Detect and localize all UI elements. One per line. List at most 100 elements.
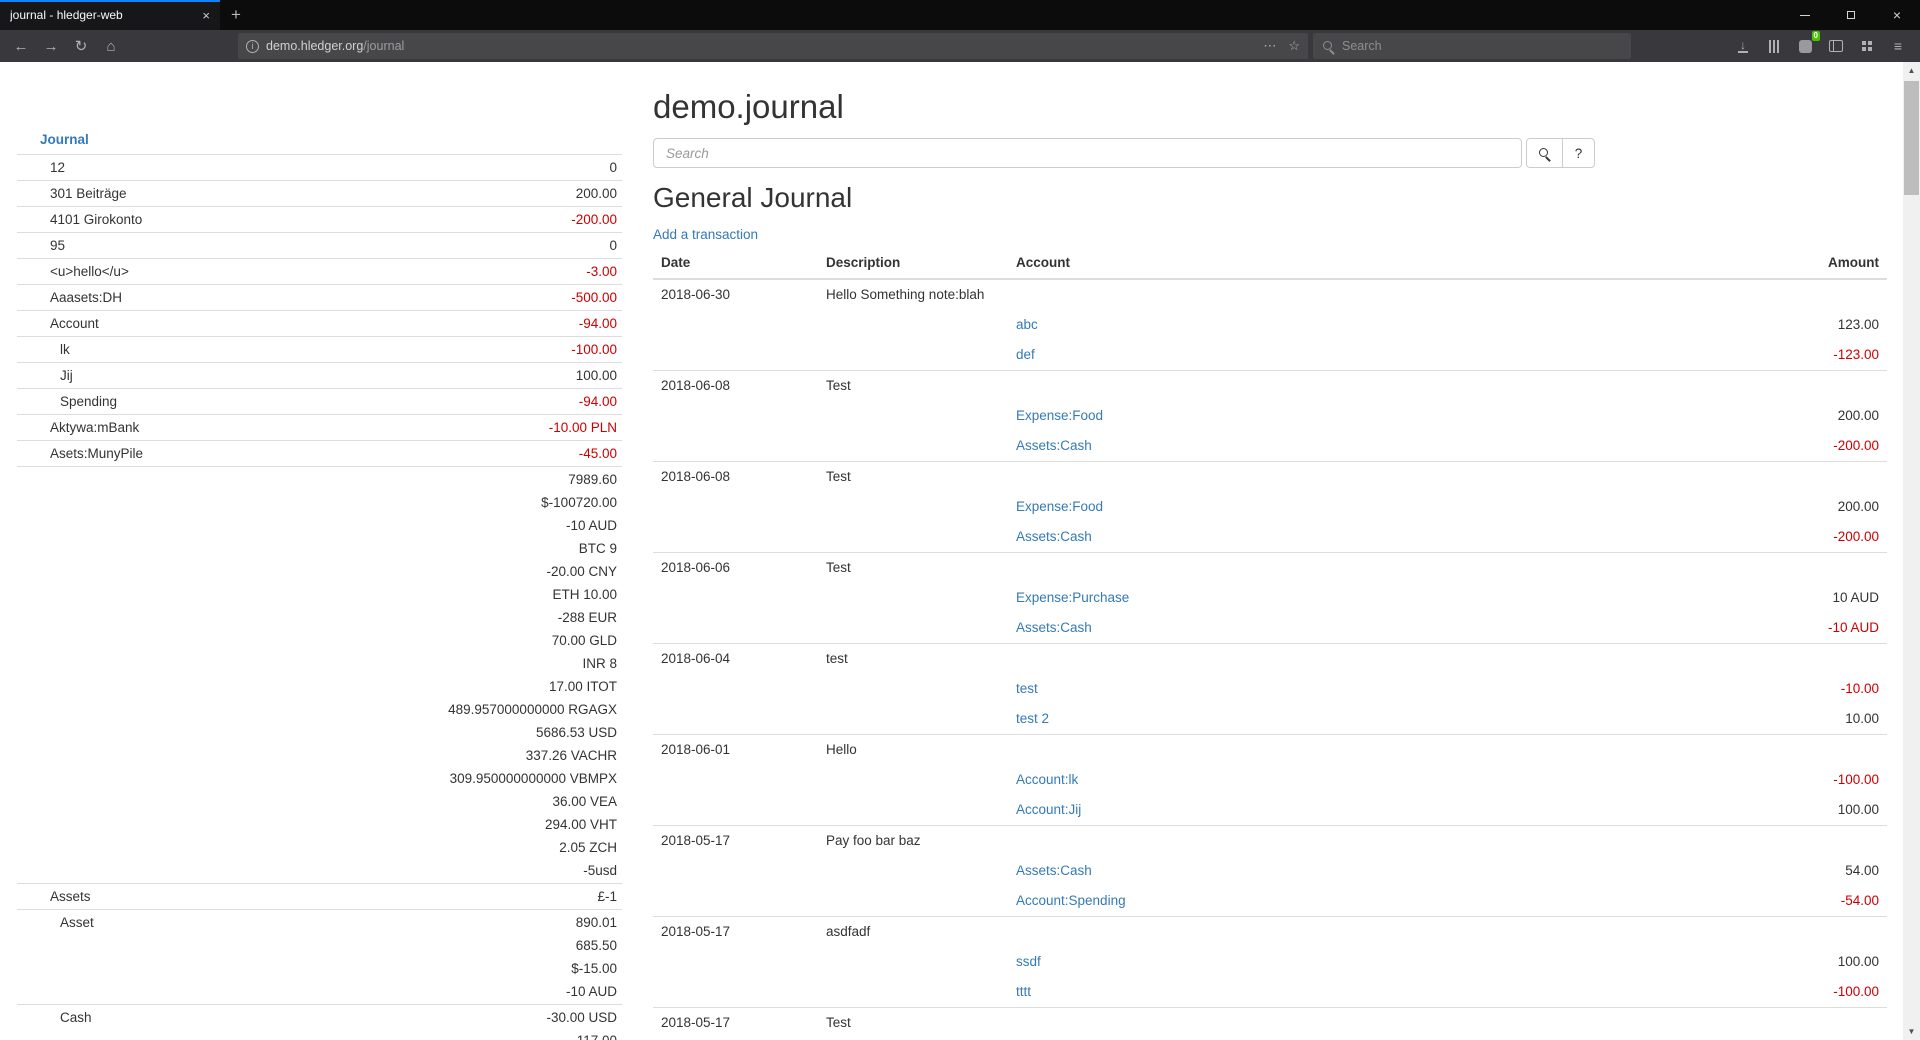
- menu-button[interactable]: ≡: [1890, 37, 1906, 55]
- transaction-description: Test: [818, 462, 1008, 493]
- extension-button[interactable]: 0: [1797, 37, 1813, 55]
- sidebar-journal-link[interactable]: Journal: [40, 132, 89, 147]
- transaction-date: 2018-06-04: [653, 644, 818, 675]
- empty-cell: [818, 704, 1008, 735]
- account-name-cell: [17, 467, 271, 884]
- posting-account-link[interactable]: Expense:Food: [1016, 408, 1103, 423]
- page-scrollbar[interactable]: ▲ ▼: [1903, 62, 1920, 1040]
- sidebar-account-link[interactable]: 12: [50, 156, 65, 179]
- empty-cell: [818, 674, 1008, 704]
- titlebar-spacer: [252, 0, 1782, 30]
- url-bar[interactable]: i demo.hledger.org/journal ⋯ ☆: [238, 33, 1308, 59]
- transaction-date: 2018-06-01: [653, 735, 818, 766]
- account-balance-cell: 100.00: [271, 363, 622, 389]
- posting-account-link[interactable]: Expense:Food: [1016, 499, 1103, 514]
- window-minimize-button[interactable]: [1782, 0, 1828, 30]
- posting-account-link[interactable]: Assets:Cash: [1016, 863, 1092, 878]
- page-actions-icon[interactable]: ⋯: [1263, 38, 1276, 54]
- navigation-toolbar: ← → ↻ ⌂ i demo.hledger.org/journal ⋯ ☆ S…: [0, 30, 1920, 62]
- posting-account-link[interactable]: Assets:Cash: [1016, 529, 1092, 544]
- apps-grid-button[interactable]: [1859, 37, 1875, 55]
- empty-cell: [818, 795, 1008, 826]
- sidebar-account-row: 12 0: [17, 155, 622, 181]
- window-close-button[interactable]: ×: [1874, 0, 1920, 30]
- posting-row: Assets:Cash-200.00: [653, 522, 1887, 553]
- sidebar-account-link[interactable]: Spending: [60, 390, 117, 413]
- reload-button[interactable]: ↻: [66, 32, 96, 60]
- sidebar-toggle-button[interactable]: [1828, 37, 1844, 55]
- search-help-button[interactable]: ?: [1562, 138, 1595, 168]
- sidebar-account-link[interactable]: Account: [50, 312, 99, 335]
- journal-search-form: ?: [653, 138, 1887, 168]
- sidebar-account-link[interactable]: Assets: [50, 885, 91, 908]
- transaction-row: 2018-06-08Test: [653, 371, 1887, 402]
- browser-tab[interactable]: journal - hledger-web ×: [0, 0, 220, 30]
- sidebar-account-link[interactable]: 301 Beiträge: [50, 182, 127, 205]
- search-icon: [1538, 147, 1551, 160]
- posting-amount: -10 AUD: [1568, 613, 1887, 644]
- site-info-icon[interactable]: i: [246, 40, 259, 53]
- add-transaction-link[interactable]: Add a transaction: [653, 227, 758, 242]
- posting-account-link[interactable]: ssdf: [1016, 954, 1041, 969]
- sidebar-account-link[interactable]: <u>hello</u>: [50, 260, 129, 283]
- account-balance: 489.957000000000 RGAGX: [271, 698, 617, 721]
- sidebar-account-link[interactable]: Asets:MunyPile: [50, 442, 143, 465]
- account-balance-cell: -45.00: [271, 441, 622, 467]
- posting-account-link[interactable]: test 2: [1016, 711, 1049, 726]
- account-balance: 200.00: [271, 182, 617, 205]
- back-button[interactable]: ←: [6, 32, 36, 60]
- posting-amount: -200.00: [1568, 431, 1887, 462]
- posting-account-link[interactable]: tttt: [1016, 984, 1031, 999]
- empty-cell: [818, 765, 1008, 795]
- toolbar-search[interactable]: Search: [1313, 33, 1631, 59]
- transaction-date: 2018-05-17: [653, 917, 818, 948]
- scroll-down-arrow[interactable]: ▼: [1903, 1023, 1920, 1040]
- posting-account-link[interactable]: Account:Jij: [1016, 802, 1081, 817]
- empty-cell: [1568, 371, 1887, 402]
- posting-account-link[interactable]: Assets:Cash: [1016, 620, 1092, 635]
- scroll-up-arrow[interactable]: ▲: [1903, 62, 1920, 79]
- account-balance: 7989.60: [271, 468, 617, 491]
- new-tab-button[interactable]: +: [220, 0, 252, 30]
- journal-search-input[interactable]: [653, 138, 1522, 168]
- empty-cell: [653, 977, 818, 1008]
- downloads-button[interactable]: ↓: [1735, 37, 1751, 55]
- journal-table-head: Date Description Account Amount: [653, 250, 1887, 279]
- window-restore-button[interactable]: [1828, 0, 1874, 30]
- posting-account-link[interactable]: Expense:Purchase: [1016, 590, 1129, 605]
- sidebar-account-link[interactable]: Cash: [60, 1006, 92, 1029]
- sidebar-account-link[interactable]: 4101 Girokonto: [50, 208, 142, 231]
- posting-account-link[interactable]: def: [1016, 347, 1035, 362]
- empty-cell: [818, 492, 1008, 522]
- scrollbar-thumb[interactable]: [1904, 81, 1919, 195]
- posting-account-link[interactable]: test: [1016, 681, 1038, 696]
- bookmark-star-icon[interactable]: ☆: [1288, 38, 1300, 54]
- library-button[interactable]: [1766, 37, 1782, 55]
- account-balance: 5686.53 USD: [271, 721, 617, 744]
- account-balance-cell: 200.00: [271, 181, 622, 207]
- posting-account-link[interactable]: Assets:Cash: [1016, 438, 1092, 453]
- posting-amount: -100.00: [1568, 977, 1887, 1008]
- posting-account-cell: Account:Spending: [1008, 886, 1568, 917]
- sidebar-account-row: Spending-94.00: [17, 389, 622, 415]
- sidebar-account-link[interactable]: Jij: [60, 364, 73, 387]
- posting-account-link[interactable]: Account:lk: [1016, 772, 1078, 787]
- empty-cell: [818, 431, 1008, 462]
- home-button[interactable]: ⌂: [96, 32, 126, 60]
- url-path: /journal: [363, 39, 404, 53]
- sidebar-account-link[interactable]: Aktywa:mBank: [50, 416, 139, 439]
- sidebar-account-link[interactable]: Asset: [60, 911, 94, 934]
- sidebar-account-link[interactable]: 95: [50, 234, 65, 257]
- sidebar-account-link[interactable]: Aaasets:DH: [50, 286, 122, 309]
- posting-account-link[interactable]: abc: [1016, 317, 1038, 332]
- sidebar-account-row: Asset 890.01685.50$-15.00-10 AUD: [17, 910, 622, 1005]
- journal-search-button[interactable]: [1526, 138, 1563, 168]
- account-balance: -10 AUD: [271, 980, 617, 1003]
- account-balance: 0: [271, 156, 617, 179]
- posting-account-link[interactable]: Account:Spending: [1016, 893, 1126, 908]
- account-balance-cell: 890.01685.50$-15.00-10 AUD: [271, 910, 622, 1005]
- account-name-cell: Asets:MunyPile: [17, 441, 271, 467]
- forward-button[interactable]: →: [36, 32, 66, 60]
- sidebar-account-link[interactable]: lk: [60, 338, 70, 361]
- tab-close-icon[interactable]: ×: [194, 8, 210, 23]
